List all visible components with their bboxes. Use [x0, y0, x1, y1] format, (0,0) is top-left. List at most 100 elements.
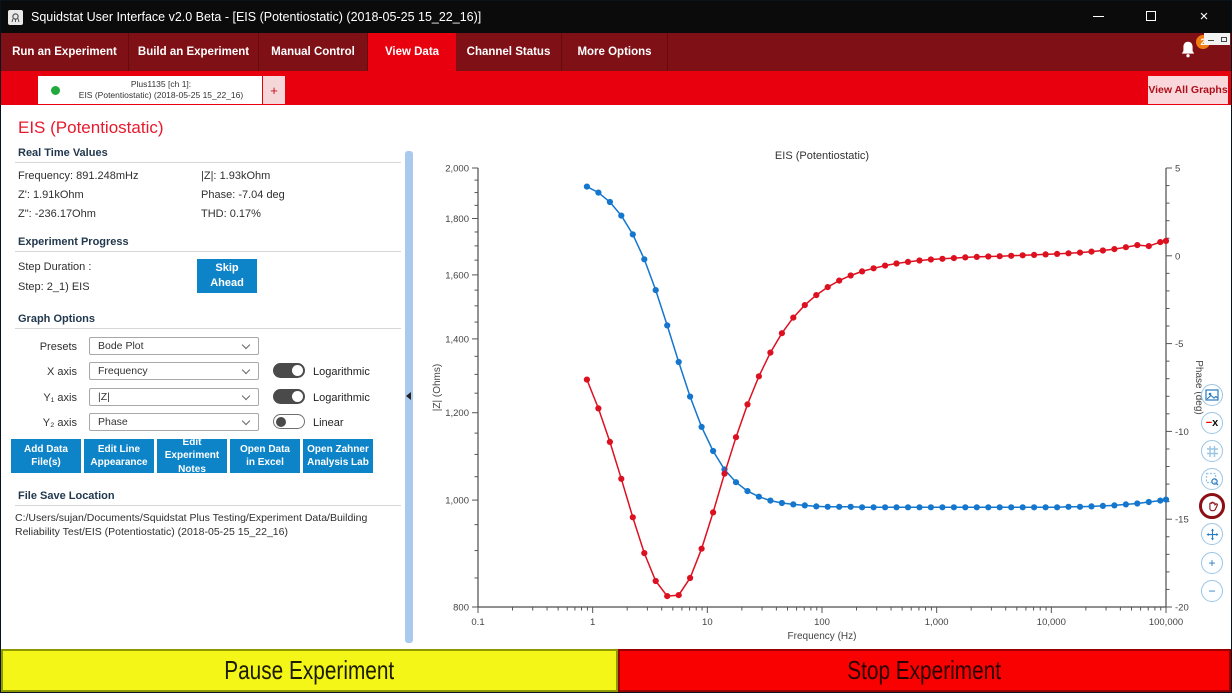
rt-zimag-value: -236.17Ohm: [35, 208, 96, 220]
add-data-files-button[interactable]: Add DataFile(s): [11, 439, 81, 473]
nav-tab-run-experiment[interactable]: Run an Experiment: [1, 33, 129, 71]
divider: [15, 505, 401, 506]
divider: [15, 162, 401, 163]
svg-text:1,200: 1,200: [445, 408, 469, 419]
move-button[interactable]: [1201, 523, 1223, 545]
mdi-window-controls[interactable]: [1204, 33, 1230, 45]
svg-text:1,000: 1,000: [925, 617, 949, 628]
svg-text:0.1: 0.1: [471, 617, 484, 628]
session-bar: Plus1135 [ch 1]: EIS (Potentiostatic) (2…: [1, 71, 1231, 105]
divider: [15, 328, 401, 329]
footer-bar: Pause Experiment Stop Experiment: [1, 649, 1231, 692]
svg-text:-20: -20: [1175, 603, 1189, 614]
track-x-button[interactable]: −x: [1201, 412, 1223, 434]
rt-frequency-value: 891.248mHz: [76, 170, 138, 182]
chevron-down-icon: [242, 391, 250, 399]
skip-ahead-button[interactable]: SkipAhead: [197, 259, 257, 293]
open-zahner-analysis-lab-button[interactable]: Open ZahnerAnalysis Lab: [303, 439, 373, 473]
nav-tab-view-data[interactable]: View Data: [368, 33, 456, 71]
open-data-in-excel-button[interactable]: Open Datain Excel: [230, 439, 300, 473]
svg-text:10: 10: [702, 617, 713, 628]
rt-zmod-label: |Z|:: [201, 170, 217, 182]
minimize-button[interactable]: [1075, 1, 1121, 31]
y2-axis-scale-label: Linear: [313, 417, 344, 429]
session-experiment: EIS (Potentiostatic) (2018-05-25 15_22_1…: [68, 90, 254, 101]
divider: [15, 251, 401, 252]
rt-thd-label: THD:: [201, 208, 227, 220]
edit-line-appearance-button[interactable]: Edit LineAppearance: [84, 439, 154, 473]
x-axis-scale-toggle[interactable]: [273, 363, 305, 378]
svg-text:EIS (Potentiostatic): EIS (Potentiostatic): [775, 150, 869, 162]
svg-text:1,800: 1,800: [445, 214, 469, 225]
chevron-down-icon: [242, 365, 250, 373]
svg-text:5: 5: [1175, 164, 1180, 175]
rt-zimag-label: Z":: [18, 208, 32, 220]
stop-experiment-button[interactable]: Stop Experiment: [618, 649, 1231, 692]
title-bar: Squidstat User Interface v2.0 Beta - [EI…: [1, 1, 1231, 33]
svg-text:10,000: 10,000: [1037, 617, 1066, 628]
presets-dropdown[interactable]: Bode Plot: [89, 337, 259, 355]
collapse-arrow-icon[interactable]: [406, 392, 411, 400]
session-device: Plus1135 [ch 1]:: [68, 79, 254, 90]
view-all-graphs-button[interactable]: View All Graphs: [1148, 76, 1228, 104]
notifications-bell-icon[interactable]: 2: [1177, 39, 1203, 65]
maximize-button[interactable]: [1128, 1, 1174, 31]
rt-zmod-value: 1.93kOhm: [220, 170, 271, 182]
y1-axis-scale-label: Logarithmic: [313, 392, 370, 404]
edit-experiment-notes-button[interactable]: Edit ExperimentNotes: [157, 439, 227, 473]
bode-plot-chart[interactable]: EIS (Potentiostatic) 0.1 1 10 100 1,000 10,000…: [416, 105, 1232, 649]
presets-label: Presets: [15, 341, 77, 353]
nav-tab-manual-control[interactable]: Manual Control: [259, 33, 368, 71]
rt-zreal-label: Z':: [18, 189, 30, 201]
nav-tab-channel-status[interactable]: Channel Status: [456, 33, 562, 71]
svg-text:2,000: 2,000: [445, 164, 469, 175]
step-duration-label: Step Duration :: [18, 261, 91, 273]
section-real-time-values: Real Time Values: [18, 147, 108, 159]
chevron-down-icon: [242, 340, 250, 348]
add-tab-button[interactable]: +: [263, 76, 285, 104]
svg-text:100: 100: [814, 617, 830, 628]
rt-thd-value: 0.17%: [230, 208, 261, 220]
status-dot: [51, 86, 60, 95]
export-image-button[interactable]: [1201, 384, 1223, 406]
svg-text:|Z| (Ohms): |Z| (Ohms): [432, 364, 443, 411]
section-graph-options: Graph Options: [18, 313, 95, 325]
session-tab[interactable]: Plus1135 [ch 1]: EIS (Potentiostatic) (2…: [38, 76, 262, 104]
file-save-path: C:/Users/sujan/Documents/Squidstat Plus …: [15, 512, 387, 539]
svg-text:1,600: 1,600: [445, 270, 469, 281]
svg-text:1,000: 1,000: [445, 496, 469, 507]
zoom-out-button[interactable]: −: [1201, 580, 1223, 602]
svg-text:0: 0: [1175, 251, 1180, 262]
rt-zreal-value: 1.91kOhm: [33, 189, 84, 201]
svg-text:-15: -15: [1175, 515, 1189, 526]
section-experiment-progress: Experiment Progress: [18, 236, 129, 248]
y1-axis-dropdown[interactable]: |Z|: [89, 388, 259, 406]
rt-phase-value: -7.04 deg: [238, 189, 284, 201]
x-axis-dropdown[interactable]: Frequency: [89, 362, 259, 380]
y1-axis-scale-toggle[interactable]: [273, 389, 305, 404]
svg-text:1,400: 1,400: [445, 334, 469, 345]
window-title: Squidstat User Interface v2.0 Beta - [EI…: [31, 10, 481, 24]
svg-text:-10: -10: [1175, 427, 1189, 438]
step-label: Step: 2_1) EIS: [18, 281, 90, 293]
app-icon: [8, 10, 23, 25]
close-button[interactable]: ×: [1181, 1, 1227, 31]
svg-text:100,000: 100,000: [1149, 617, 1183, 628]
nav-tab-more-options[interactable]: More Options: [562, 33, 668, 71]
page-title: EIS (Potentiostatic): [18, 118, 164, 138]
zoom-box-button[interactable]: [1201, 468, 1223, 490]
y1-axis-label: Y₁ axis: [15, 392, 77, 404]
rt-phase-label: Phase:: [201, 189, 235, 201]
y2-axis-scale-toggle[interactable]: [273, 414, 305, 429]
section-file-save-location: File Save Location: [18, 490, 115, 502]
rt-frequency-label: Frequency:: [18, 170, 73, 182]
y2-axis-dropdown[interactable]: Phase: [89, 413, 259, 431]
zoom-in-button[interactable]: +: [1201, 552, 1223, 574]
svg-text:Frequency (Hz): Frequency (Hz): [788, 631, 857, 642]
nav-tab-build-experiment[interactable]: Build an Experiment: [129, 33, 259, 71]
grid-toggle-button[interactable]: [1201, 440, 1223, 462]
pause-experiment-button[interactable]: Pause Experiment: [1, 649, 618, 692]
svg-text:1: 1: [590, 617, 595, 628]
chevron-down-icon: [242, 416, 250, 424]
pan-button[interactable]: [1199, 493, 1225, 519]
